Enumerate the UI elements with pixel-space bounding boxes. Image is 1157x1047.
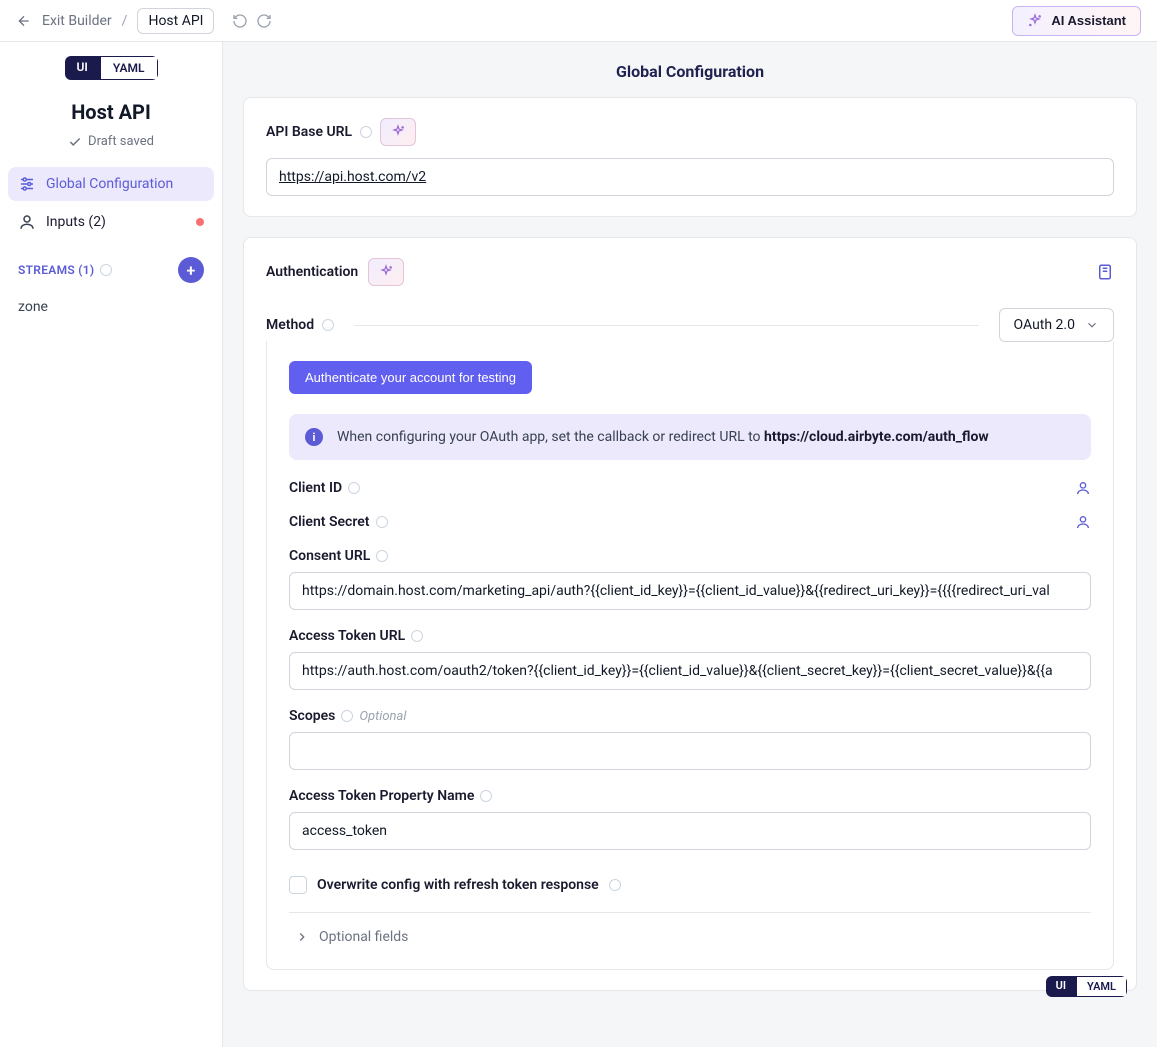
method-select-value: OAuth 2.0 (1014, 317, 1075, 333)
access-token-url-input[interactable] (289, 652, 1091, 690)
help-icon[interactable] (322, 319, 334, 331)
optional-fields-toggle[interactable]: Optional fields (289, 913, 1091, 949)
method-select[interactable]: OAuth 2.0 (999, 308, 1114, 342)
ai-suggest-button[interactable] (368, 258, 404, 286)
help-icon[interactable] (376, 516, 388, 528)
sidebar: UI YAML Host API Draft saved Global Conf… (0, 42, 223, 1047)
authenticate-button[interactable]: Authenticate your account for testing (289, 361, 532, 394)
access-token-url-label: Access Token URL (289, 628, 405, 644)
stream-item-zone[interactable]: zone (8, 291, 214, 323)
user-icon[interactable] (1075, 480, 1091, 496)
check-icon (68, 135, 82, 149)
overwrite-checkbox[interactable] (289, 876, 307, 894)
optional-tag: Optional (359, 709, 406, 724)
help-icon[interactable] (609, 879, 621, 891)
draft-status: Draft saved (8, 134, 214, 149)
chevron-down-icon (1085, 318, 1099, 332)
ai-assistant-button[interactable]: AI Assistant (1012, 6, 1141, 36)
help-icon[interactable] (480, 790, 492, 802)
sidebar-item-label: Inputs (2) (46, 214, 106, 230)
undo-icon[interactable] (232, 13, 248, 29)
draft-status-text: Draft saved (88, 134, 154, 149)
client-secret-label: Client Secret (289, 514, 370, 530)
user-icon[interactable] (1075, 514, 1091, 530)
status-dot-red (196, 218, 204, 226)
overwrite-label: Overwrite config with refresh token resp… (317, 877, 599, 893)
ai-assistant-label: AI Assistant (1051, 13, 1126, 28)
oauth-info-banner: i When configuring your OAuth app, set t… (289, 414, 1091, 460)
optional-fields-label: Optional fields (319, 929, 408, 945)
help-icon[interactable] (100, 264, 112, 276)
toggle-ui[interactable]: UI (65, 56, 100, 80)
sidebar-item-label: Global Configuration (46, 176, 173, 192)
main-content: Global Configuration API Base URL Authen… (223, 42, 1157, 1047)
api-name-badge[interactable]: Host API (137, 8, 214, 34)
help-icon[interactable] (341, 710, 353, 722)
access-token-prop-input[interactable] (289, 812, 1091, 850)
sidebar-item-inputs[interactable]: Inputs (2) (8, 205, 214, 239)
client-id-label: Client ID (289, 480, 342, 496)
sparkle-icon (1027, 13, 1043, 29)
api-base-url-label: API Base URL (266, 124, 352, 140)
user-icon (18, 213, 36, 231)
redo-icon[interactable] (256, 13, 272, 29)
access-token-prop-label: Access Token Property Name (289, 788, 474, 804)
ui-yaml-toggle[interactable]: UI YAML (65, 56, 158, 80)
sliders-icon (18, 175, 36, 193)
help-icon[interactable] (348, 482, 360, 494)
info-icon: i (305, 428, 323, 446)
streams-header-label: STREAMS (1) (18, 263, 94, 277)
toggle-yaml[interactable]: YAML (1076, 976, 1127, 997)
add-stream-button[interactable]: + (178, 257, 204, 283)
authentication-header: Authentication (266, 264, 358, 280)
sidebar-item-global-config[interactable]: Global Configuration (8, 167, 214, 201)
scopes-input[interactable] (289, 732, 1091, 770)
breadcrumb-separator: / (122, 13, 128, 29)
ai-suggest-button[interactable] (380, 118, 416, 146)
back-arrow-icon[interactable] (16, 13, 32, 29)
footer-ui-yaml-toggle[interactable]: UI YAML (1046, 976, 1127, 997)
streams-header: STREAMS (1) + (8, 243, 214, 291)
sidebar-title: Host API (8, 100, 214, 124)
toggle-ui[interactable]: UI (1046, 976, 1076, 997)
authentication-card: Authentication Method OAuth 2.0 (243, 237, 1137, 991)
stream-item-label: zone (18, 299, 48, 315)
page-title: Global Configuration (233, 42, 1147, 97)
topbar: Exit Builder / Host API AI Assistant (0, 0, 1157, 42)
info-text: When configuring your OAuth app, set the… (337, 429, 989, 445)
consent-url-label: Consent URL (289, 548, 370, 564)
oauth-config-panel: Authenticate your account for testing i … (266, 341, 1114, 970)
chevron-right-icon (295, 930, 309, 944)
api-base-url-card: API Base URL (243, 97, 1137, 217)
toggle-yaml[interactable]: YAML (100, 56, 158, 80)
exit-builder-link[interactable]: Exit Builder (42, 13, 112, 29)
help-icon[interactable] (376, 550, 388, 562)
api-base-url-input[interactable] (266, 158, 1114, 196)
docs-icon[interactable] (1096, 263, 1114, 281)
consent-url-input[interactable] (289, 572, 1091, 610)
method-label: Method (266, 317, 314, 333)
scopes-label: Scopes (289, 708, 335, 724)
help-icon[interactable] (411, 630, 423, 642)
help-icon[interactable] (360, 126, 372, 138)
